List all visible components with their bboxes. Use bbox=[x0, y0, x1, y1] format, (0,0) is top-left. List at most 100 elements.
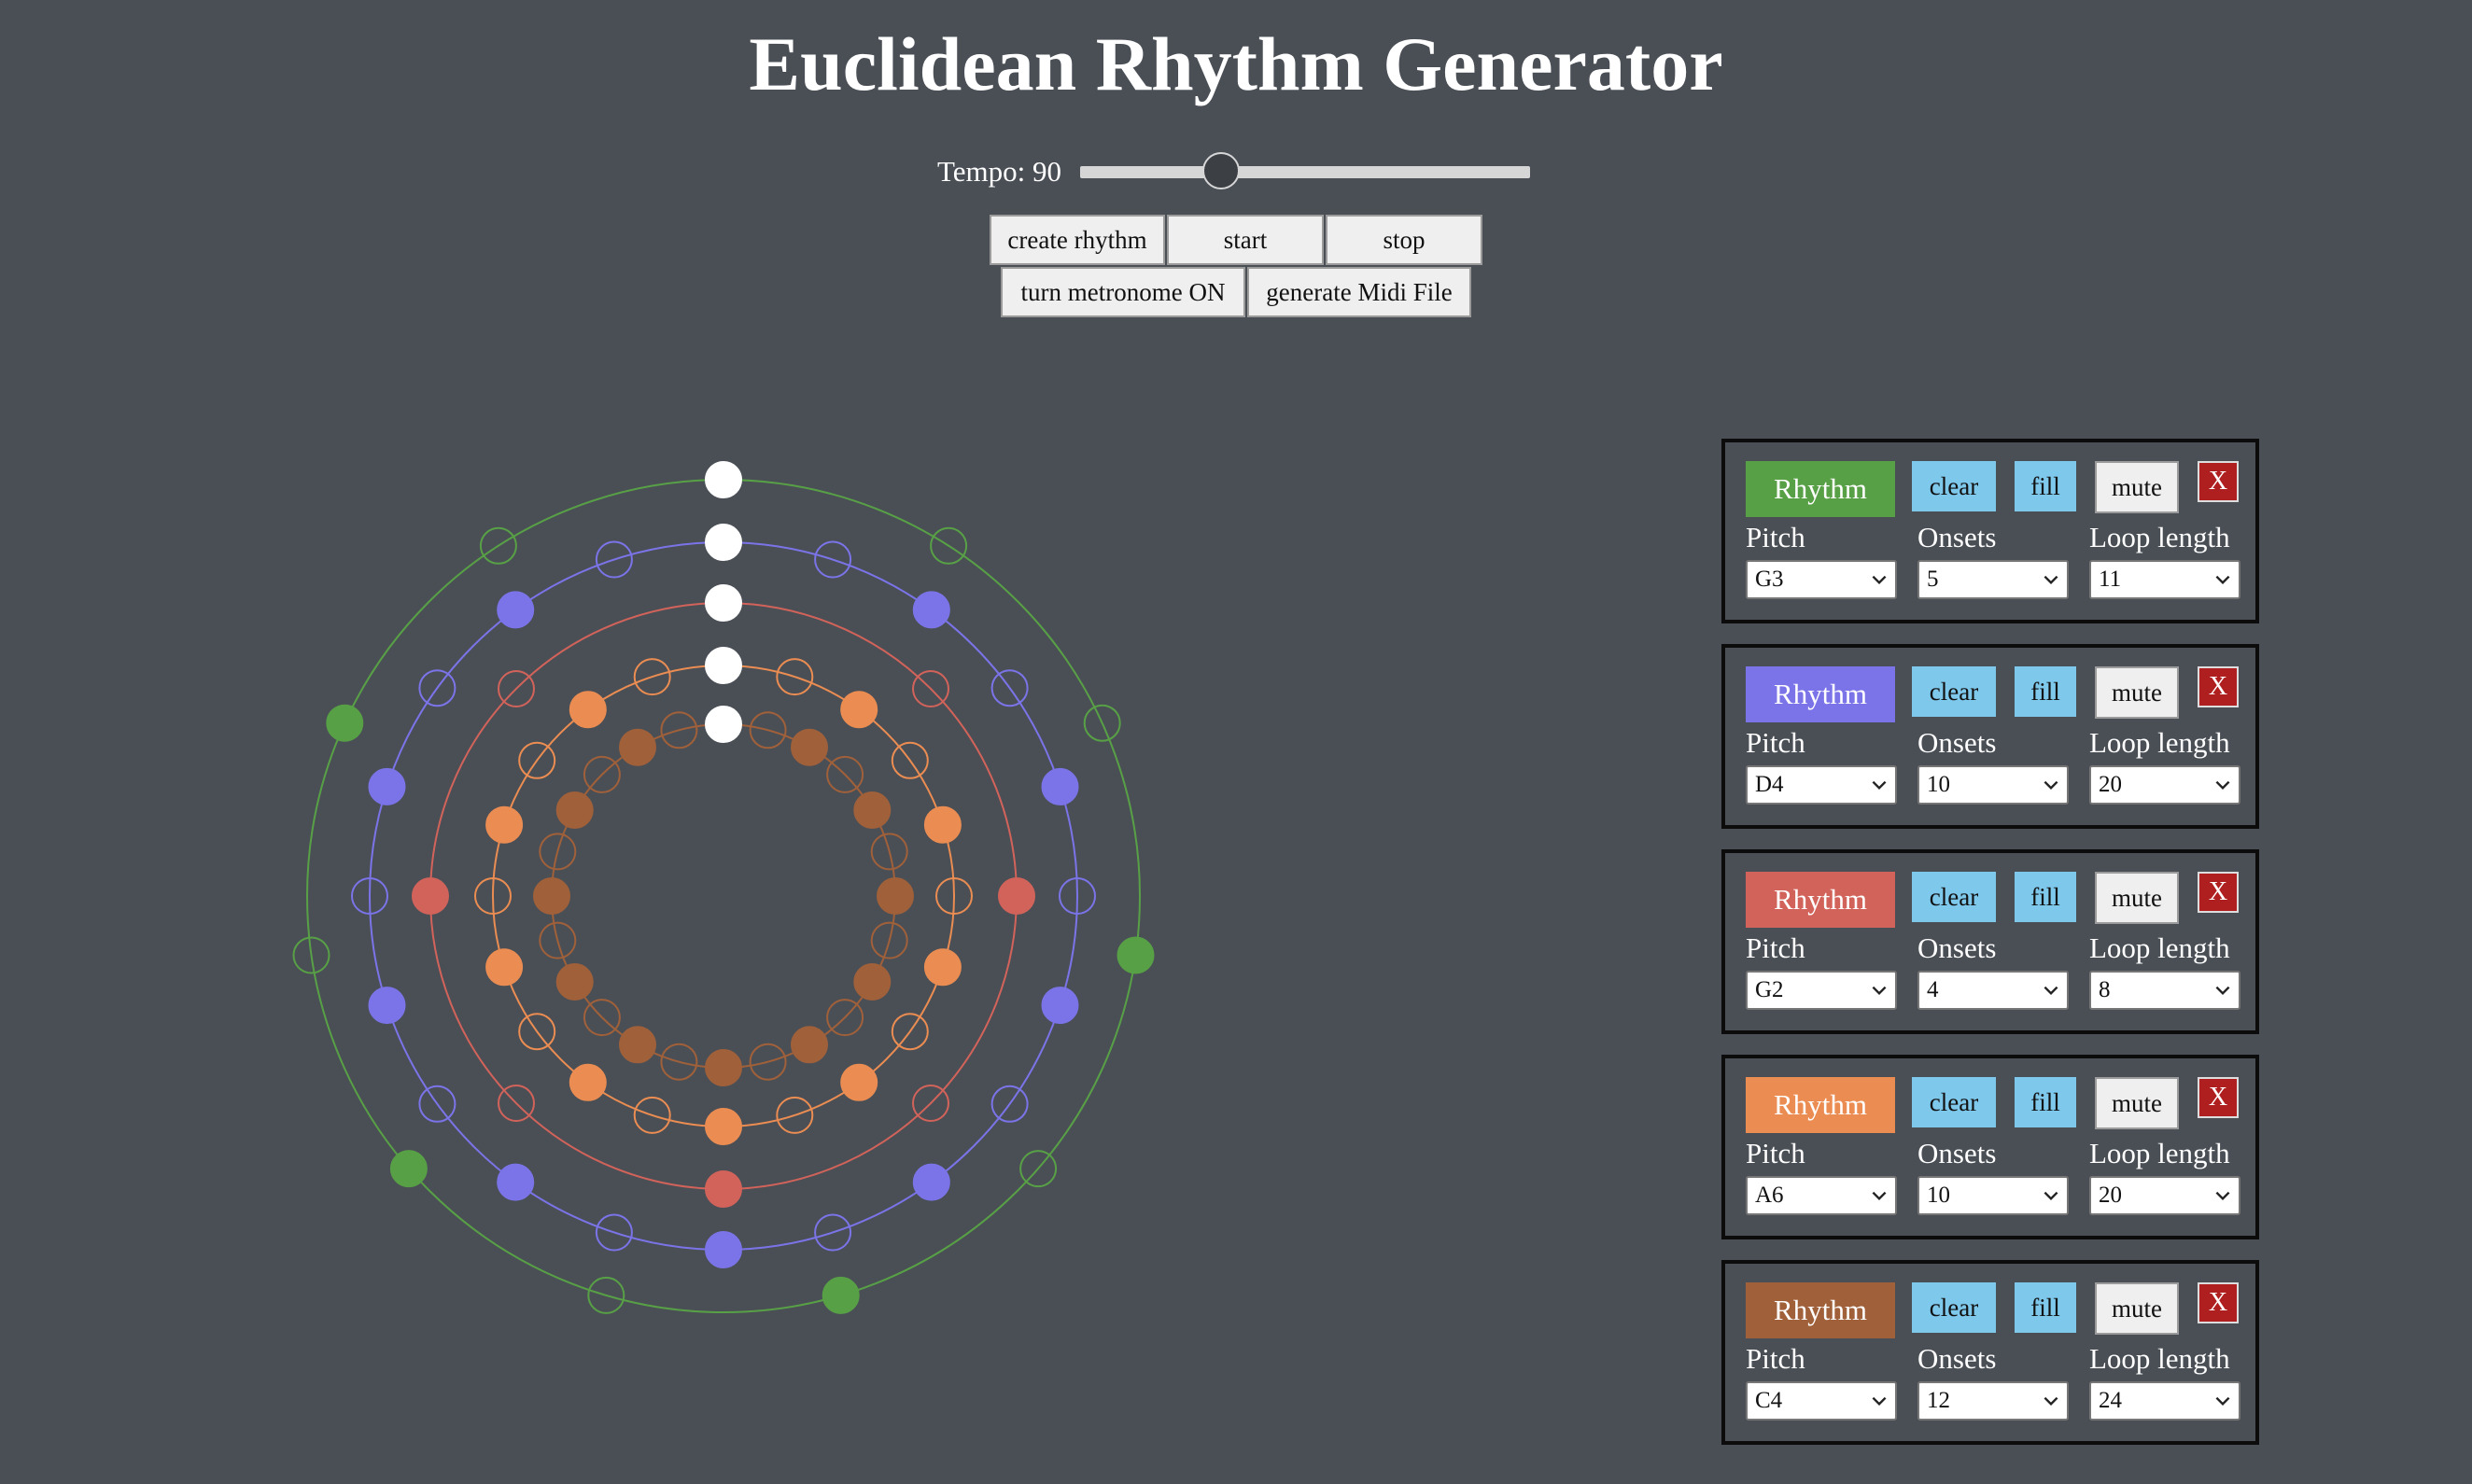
onset-step[interactable] bbox=[1041, 987, 1079, 1025]
loop-length-select[interactable]: 20 bbox=[2089, 1176, 2240, 1215]
onset-step[interactable] bbox=[877, 877, 914, 915]
fill-button[interactable]: fill bbox=[2015, 1077, 2076, 1127]
onset-step[interactable] bbox=[497, 591, 535, 629]
onset-step[interactable] bbox=[569, 1063, 607, 1101]
pitch-select[interactable]: G3 bbox=[1746, 560, 1897, 599]
clear-button[interactable]: clear bbox=[1912, 1077, 1996, 1127]
rhythm-panel: Rhythm clear fill mute X Pitch Onsets Loop leng… bbox=[1721, 849, 2259, 1034]
onset-step[interactable] bbox=[705, 461, 742, 498]
rhythm-name-button[interactable]: Rhythm bbox=[1746, 1077, 1895, 1133]
chevron-down-icon bbox=[2215, 780, 2230, 791]
onsets-label: Onsets bbox=[1917, 1137, 1997, 1169]
onset-step[interactable] bbox=[619, 1026, 656, 1064]
onset-step[interactable] bbox=[840, 1063, 878, 1101]
delete-rhythm-button[interactable]: X bbox=[2198, 1077, 2239, 1118]
fill-button[interactable]: fill bbox=[2015, 461, 2076, 511]
onset-step[interactable] bbox=[705, 647, 742, 684]
loop-length-label: Loop length bbox=[2089, 1137, 2230, 1169]
onset-step[interactable] bbox=[912, 1163, 950, 1201]
clear-button[interactable]: clear bbox=[1912, 1282, 1996, 1333]
mute-button[interactable]: mute bbox=[2095, 666, 2179, 719]
onset-step[interactable] bbox=[705, 584, 742, 622]
chevron-down-icon bbox=[2044, 575, 2058, 585]
onset-step[interactable] bbox=[555, 791, 594, 829]
loop-length-label: Loop length bbox=[2089, 931, 2230, 964]
onset-step[interactable] bbox=[569, 691, 607, 729]
rhythm-name-button[interactable]: Rhythm bbox=[1746, 1282, 1895, 1338]
onset-step[interactable] bbox=[705, 706, 742, 743]
generate-midi-button[interactable]: generate Midi File bbox=[1247, 267, 1471, 317]
loop-length-label: Loop length bbox=[2089, 1342, 2230, 1375]
onset-step[interactable] bbox=[412, 877, 449, 915]
mute-button[interactable]: mute bbox=[2095, 1077, 2179, 1129]
onset-step[interactable] bbox=[705, 524, 742, 561]
onset-step[interactable] bbox=[389, 1150, 428, 1188]
chevron-down-icon bbox=[1872, 575, 1887, 585]
onset-step[interactable] bbox=[705, 1049, 742, 1086]
onsets-label: Onsets bbox=[1917, 1342, 1997, 1375]
mute-button[interactable]: mute bbox=[2095, 461, 2179, 513]
clear-button[interactable]: clear bbox=[1912, 461, 1996, 511]
onsets-select[interactable]: 12 bbox=[1917, 1381, 2069, 1421]
onset-step[interactable] bbox=[822, 1276, 860, 1314]
onset-step[interactable] bbox=[368, 767, 406, 805]
onset-step[interactable] bbox=[998, 877, 1035, 915]
fill-button[interactable]: fill bbox=[2015, 666, 2076, 717]
delete-rhythm-button[interactable]: X bbox=[2198, 666, 2239, 707]
onset-step[interactable] bbox=[912, 591, 950, 629]
chevron-down-icon bbox=[1872, 986, 1887, 996]
onset-step[interactable] bbox=[791, 728, 828, 766]
onsets-select-value: 12 bbox=[1927, 1388, 1950, 1413]
loop-length-select[interactable]: 20 bbox=[2089, 765, 2240, 805]
fill-button[interactable]: fill bbox=[2015, 1282, 2076, 1333]
clear-button[interactable]: clear bbox=[1912, 666, 1996, 717]
rhythm-name-button[interactable]: Rhythm bbox=[1746, 666, 1895, 722]
onset-step[interactable] bbox=[853, 791, 892, 829]
onset-step[interactable] bbox=[533, 877, 570, 915]
mute-button[interactable]: mute bbox=[2095, 1282, 2179, 1335]
onset-step[interactable] bbox=[840, 691, 878, 729]
delete-rhythm-button[interactable]: X bbox=[2198, 1282, 2239, 1323]
onset-step[interactable] bbox=[326, 704, 364, 742]
onset-step[interactable] bbox=[485, 948, 524, 987]
rhythm-name-button[interactable]: Rhythm bbox=[1746, 461, 1895, 517]
pitch-select[interactable]: D4 bbox=[1746, 765, 1897, 805]
onsets-select[interactable]: 5 bbox=[1917, 560, 2069, 599]
loop-length-select-value: 20 bbox=[2099, 772, 2122, 797]
stop-button[interactable]: stop bbox=[1326, 215, 1482, 265]
onset-step[interactable] bbox=[485, 805, 524, 844]
onset-step[interactable] bbox=[555, 963, 594, 1001]
onset-step[interactable] bbox=[853, 963, 892, 1001]
mute-button[interactable]: mute bbox=[2095, 872, 2179, 924]
delete-rhythm-button[interactable]: X bbox=[2198, 872, 2239, 913]
onsets-select[interactable]: 10 bbox=[1917, 1176, 2069, 1215]
loop-length-select[interactable]: 11 bbox=[2089, 560, 2240, 599]
delete-rhythm-button[interactable]: X bbox=[2198, 461, 2239, 502]
onset-step[interactable] bbox=[497, 1163, 535, 1201]
pitch-select[interactable]: C4 bbox=[1746, 1381, 1897, 1421]
onset-step[interactable] bbox=[705, 1231, 742, 1268]
onsets-select[interactable]: 4 bbox=[1917, 971, 2069, 1010]
rhythm-panel: Rhythm clear fill mute X Pitch Onsets Loop leng… bbox=[1721, 439, 2259, 623]
pitch-select[interactable]: A6 bbox=[1746, 1176, 1897, 1215]
fill-button[interactable]: fill bbox=[2015, 872, 2076, 922]
onset-step[interactable] bbox=[923, 805, 962, 844]
onset-step[interactable] bbox=[619, 728, 656, 766]
onsets-label: Onsets bbox=[1917, 726, 1997, 759]
pitch-label: Pitch bbox=[1746, 521, 1805, 553]
onset-step[interactable] bbox=[1117, 936, 1155, 974]
chevron-down-icon bbox=[2215, 986, 2230, 996]
rhythm-name-button[interactable]: Rhythm bbox=[1746, 872, 1895, 928]
onset-step[interactable] bbox=[923, 948, 962, 987]
onsets-select[interactable]: 10 bbox=[1917, 765, 2069, 805]
loop-length-select[interactable]: 24 bbox=[2089, 1381, 2240, 1421]
pitch-select-value: G3 bbox=[1755, 567, 1784, 592]
loop-length-select[interactable]: 8 bbox=[2089, 971, 2240, 1010]
onset-step[interactable] bbox=[705, 1108, 742, 1145]
clear-button[interactable]: clear bbox=[1912, 872, 1996, 922]
onset-step[interactable] bbox=[368, 987, 406, 1025]
onset-step[interactable] bbox=[791, 1026, 828, 1064]
onset-step[interactable] bbox=[705, 1170, 742, 1208]
pitch-select[interactable]: G2 bbox=[1746, 971, 1897, 1010]
onset-step[interactable] bbox=[1041, 767, 1079, 805]
